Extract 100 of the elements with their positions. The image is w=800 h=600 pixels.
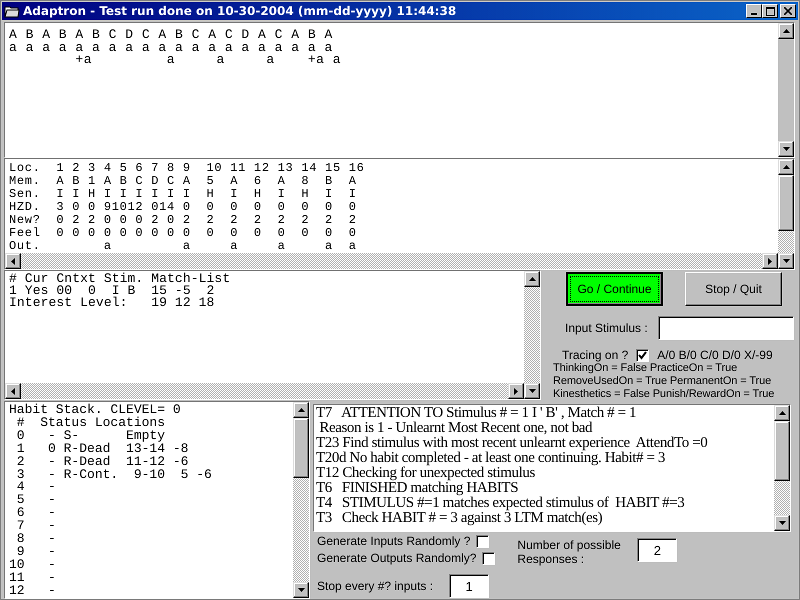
down-arrow-icon bbox=[782, 259, 790, 263]
option-checkbox[interactable] bbox=[476, 534, 490, 548]
input-stimulus-field[interactable] bbox=[658, 316, 794, 340]
vertical-scrollbar[interactable] bbox=[293, 402, 309, 598]
scroll-down-button[interactable] bbox=[778, 253, 794, 269]
scroll-up-button[interactable] bbox=[524, 271, 540, 287]
trace-log-line[interactable]: T23 Find stimulus with most recent unlearnt experience AttendTo =0 bbox=[316, 436, 772, 451]
habit-stack-line: 3 - R-Cont. 9-10 5 -6 bbox=[16, 468, 213, 482]
close-icon bbox=[784, 7, 792, 16]
left-arrow-icon bbox=[11, 258, 15, 264]
habit-stack-line: 9 - bbox=[16, 546, 57, 559]
option-label: Generate Inputs Randomly ? bbox=[317, 534, 470, 548]
tracing-legend: A/0 B/0 C/0 D/0 X/-99 bbox=[657, 348, 773, 362]
habit-stack-line: 0 - S- Empty bbox=[16, 430, 166, 443]
memory-table-row-text: Feel 0 0 0 0 0 0 0 0 0 0 0 0 0 0 0 0 bbox=[9, 227, 358, 240]
up-arrow-icon bbox=[298, 408, 304, 412]
memory-table-row-text: Out. a a a a a a bbox=[9, 240, 358, 253]
close-button[interactable] bbox=[780, 4, 796, 18]
down-arrow-icon bbox=[778, 521, 786, 525]
folder-icon bbox=[4, 4, 20, 18]
trace-log-line[interactable]: T4 STIMULUS #=1 matches expected stimulus of HABIT #=3 bbox=[316, 496, 772, 511]
responses-label: Number of possible Responses : bbox=[517, 538, 622, 566]
match-line: Interest Level: 19 12 18 bbox=[9, 297, 216, 309]
scroll-left-button[interactable] bbox=[5, 253, 21, 269]
scroll-down-button[interactable] bbox=[293, 582, 309, 598]
trace-log-line[interactable]: T6 FINISHED matching HABITS bbox=[316, 481, 772, 496]
settings-status-line: Kinesthetics = False Punish/RewardOn = True bbox=[553, 388, 776, 400]
maximize-icon bbox=[766, 6, 774, 16]
option-label: Generate Outputs Randomly? bbox=[317, 551, 476, 565]
memory-table-row-text: New? 0 2 2 0 0 0 2 0 2 2 2 2 2 2 2 2 bbox=[9, 214, 358, 227]
trace-log-line[interactable]: T3 Check HABIT # = 3 against 3 LTM match(es) bbox=[316, 511, 772, 526]
memory-table-row-text: HZD. 3 0 0 91012 014 0 0 0 0 0 0 0 0 bbox=[9, 201, 358, 214]
memory-table-row-text: Loc. 1 2 3 4 5 6 7 8 9 10 11 12 13 14 15 16 bbox=[9, 162, 366, 175]
down-arrow-icon bbox=[298, 588, 304, 592]
stop-every-label: Stop every #? inputs : bbox=[317, 579, 434, 593]
habit-stack-line: # Status Locations bbox=[16, 416, 166, 430]
trace-log-line[interactable]: T7 ATTENTION TO Stimulus # = 1 I ' B' , Match # = 1 bbox=[316, 406, 772, 421]
habit-stack-line: 12 - bbox=[9, 584, 57, 598]
habit-stack-line: 6 - bbox=[16, 507, 57, 520]
scroll-left-button[interactable] bbox=[5, 383, 21, 399]
habit-stack-line: 7 - bbox=[16, 520, 57, 534]
scroll-down-button[interactable] bbox=[778, 141, 794, 157]
vertical-scrollbar[interactable] bbox=[778, 159, 794, 269]
settings-status-line: ThinkingOn = False PracticeOn = True bbox=[553, 362, 738, 375]
scroll-up-button[interactable] bbox=[778, 159, 794, 175]
tracing-label: Tracing on ? bbox=[562, 348, 628, 362]
habit-stack-line: 11 - bbox=[9, 572, 57, 585]
responses-field[interactable]: 2 bbox=[637, 538, 678, 562]
habit-stack-line: Habit Stack. CLEVEL= 0 bbox=[9, 404, 182, 417]
stop-button[interactable]: Stop / Quit bbox=[685, 272, 782, 306]
input-stimulus-label: Input Stimulus : bbox=[565, 321, 648, 335]
habit-stack-line: 1 0 R-Dead 13-14 -8 bbox=[16, 442, 190, 456]
down-arrow-icon bbox=[782, 147, 790, 151]
match-line: 1 Yes 00 0 I B 15 -5 2 bbox=[9, 285, 216, 297]
down-arrow-icon bbox=[528, 389, 536, 393]
vertical-scrollbar[interactable] bbox=[774, 405, 790, 531]
habit-stack-line: 10 - bbox=[9, 558, 57, 572]
scroll-up-button[interactable] bbox=[778, 23, 794, 40]
scrollbar-thumb[interactable] bbox=[778, 175, 794, 231]
trace-log-line[interactable]: T12 Checking for unexpected stimulus bbox=[316, 466, 772, 481]
habit-stack-line: 4 - bbox=[16, 481, 57, 494]
option-checkbox[interactable] bbox=[482, 552, 496, 564]
scroll-up-button[interactable] bbox=[774, 405, 790, 421]
scrollbar-thumb[interactable] bbox=[293, 418, 309, 478]
scroll-down-button[interactable] bbox=[774, 515, 790, 531]
scroll-up-button[interactable] bbox=[293, 402, 309, 418]
sequence-line: a a a a a a a a a a a a a a a a a a a a bbox=[9, 42, 334, 54]
match-line: # Cur Cntxt Stim. Match-List bbox=[9, 273, 232, 285]
tracing-checkbox[interactable] bbox=[636, 348, 650, 362]
scroll-down-button[interactable] bbox=[524, 383, 540, 399]
right-arrow-icon bbox=[768, 258, 772, 264]
horizontal-scrollbar[interactable] bbox=[5, 383, 524, 399]
habit-stack-line: 2 - R-Dead 11-12 -6 bbox=[16, 456, 190, 469]
trace-log-line[interactable]: Reason is 1 - Unlearnt Most Recent one, not bad bbox=[316, 421, 772, 436]
scroll-right-button[interactable] bbox=[762, 253, 778, 269]
up-arrow-icon bbox=[782, 29, 790, 34]
left-arrow-icon bbox=[11, 388, 15, 394]
habit-stack-line: 5 - bbox=[16, 494, 57, 508]
sequence-line: +a a a a +a a bbox=[74, 54, 342, 67]
trace-log-line[interactable]: T20d No habit completed - at least one continuing. Habit# = 3 bbox=[316, 451, 772, 466]
stop-every-field[interactable]: 1 bbox=[449, 574, 490, 598]
up-arrow-icon bbox=[528, 277, 536, 281]
right-arrow-icon bbox=[514, 388, 518, 394]
up-arrow-icon bbox=[782, 165, 790, 169]
settings-status-line: RemoveUsedOn = True PermanentOn = True bbox=[553, 375, 772, 388]
sequence-line: A B A B A B C D C A B C A C D A C A B A bbox=[9, 29, 334, 42]
habit-stack-line: 8 - bbox=[16, 533, 57, 546]
memory-table-row-text: Mem. A B 1 A B C D C A 5 A 6 A 8 B A bbox=[9, 175, 358, 188]
checkmark-icon bbox=[638, 350, 648, 360]
minimize-button[interactable] bbox=[746, 4, 762, 18]
scrollbar-thumb[interactable] bbox=[774, 421, 790, 481]
vertical-scrollbar[interactable] bbox=[524, 271, 540, 399]
memory-table-row-text: Sen. I I H I I I I I I H I H I H I I bbox=[9, 188, 358, 201]
scroll-right-button[interactable] bbox=[508, 383, 524, 399]
maximize-button[interactable] bbox=[762, 4, 778, 18]
window-title: Adaptron - Test run done on 10-30-2004 (mm-dd-yyyy) 11:44:38 bbox=[23, 4, 458, 18]
go-button[interactable]: Go / Continue bbox=[566, 272, 663, 306]
horizontal-scrollbar[interactable] bbox=[5, 253, 778, 269]
vertical-scrollbar[interactable] bbox=[778, 23, 794, 157]
up-arrow-icon bbox=[778, 411, 786, 415]
